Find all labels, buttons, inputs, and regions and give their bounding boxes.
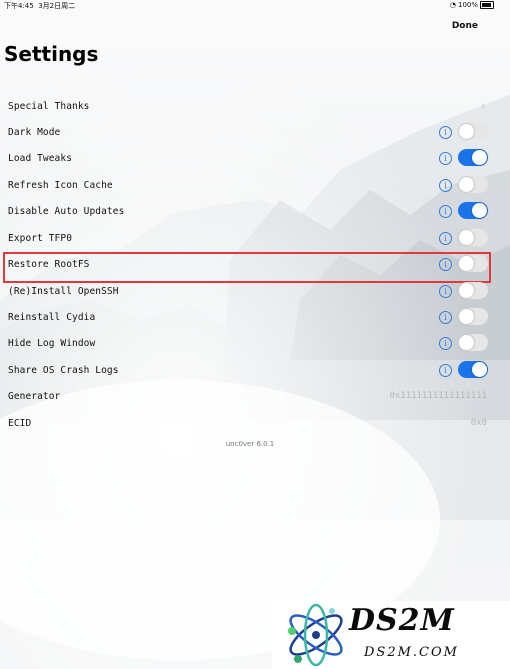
row-label: Load Tweaks [8,153,73,164]
info-icon[interactable]: i [439,179,452,192]
refresh-icon-cache-toggle[interactable] [458,176,488,193]
row-reinstall-cydia: Reinstall Cydia i [0,305,500,331]
toggle-knob [459,230,474,245]
disable-auto-updates-toggle[interactable] [458,202,488,219]
info-icon[interactable]: i [439,232,452,245]
toggle-knob [472,362,487,377]
row-label: Refresh Icon Cache [8,180,113,191]
export-tfp0-toggle[interactable] [458,229,488,246]
reinstall-cydia-toggle[interactable] [458,308,488,325]
row-label: Share OS Crash Logs [8,365,119,376]
page-title: Settings [4,42,99,66]
row-special-thanks[interactable]: Special Thanks › [0,94,500,120]
info-icon[interactable]: i [439,311,452,324]
info-icon[interactable]: i [439,364,452,377]
row-disable-auto-updates: Disable Auto Updates i [0,199,500,225]
row-dark-mode: Dark Mode i [0,120,500,146]
status-time: 下午4:45 3月2日周二 [4,1,75,11]
row-label: Special Thanks [8,101,90,112]
row-hide-log-window: Hide Log Window i [0,331,500,357]
toggle-knob [459,124,474,139]
atom-logo-icon [288,603,343,667]
toggle-knob [459,335,474,350]
watermark: DS2M DS2M.COM [272,601,510,669]
row-label: ECID [8,418,32,429]
battery-percent: 100% [457,1,478,9]
info-icon[interactable]: i [439,126,452,139]
status-date: 3月2日周二 [38,2,76,10]
status-bar: 下午4:45 3月2日周二 ◔ 100% [0,0,510,12]
row-label: (Re)Install OpenSSH [8,286,119,297]
row-label: Reinstall Cydia [8,312,96,323]
row-share-os-crash-logs: Share OS Crash Logs i [0,358,500,384]
reinstall-openssh-toggle[interactable] [458,282,488,299]
info-icon[interactable]: i [439,152,452,165]
info-icon[interactable]: i [439,337,452,350]
watermark-url: DS2M.COM [364,645,459,660]
toggle-knob [459,283,474,298]
row-label: Disable Auto Updates [8,206,125,217]
status-clock: 下午4:45 [4,2,34,10]
row-label: Dark Mode [8,127,61,138]
toggle-knob [459,309,474,324]
battery-icon [480,1,494,9]
hide-log-window-toggle[interactable] [458,334,488,351]
status-right: ◔ 100% [450,1,494,9]
row-load-tweaks: Load Tweaks i [0,146,500,172]
generator-value[interactable]: 0x1111111111111111 [389,391,487,401]
row-ecid[interactable]: ECID 0x0 [0,411,500,437]
ecid-value[interactable]: 0x0 [471,418,487,428]
row-refresh-icon-cache: Refresh Icon Cache i [0,173,500,199]
wifi-icon: ◔ [449,1,456,9]
row-generator[interactable]: Generator 0x1111111111111111 [0,384,500,410]
toggle-knob [472,203,487,218]
row-label: Export TFP0 [8,233,73,244]
row-export-tfp0: Export TFP0 i [0,226,500,252]
info-icon[interactable]: i [439,285,452,298]
row-reinstall-openssh: (Re)Install OpenSSH i [0,279,500,305]
row-label: Hide Log Window [8,338,96,349]
load-tweaks-toggle[interactable] [458,149,488,166]
version-label: unc0ver 6.0.1 [225,440,275,448]
toggle-knob [472,150,487,165]
done-button[interactable]: Done [452,21,478,31]
chevron-right-icon: › [481,99,486,112]
row-label: Generator [8,391,61,402]
share-os-crash-logs-toggle[interactable] [458,361,488,378]
info-icon[interactable]: i [439,205,452,218]
toggle-knob [459,177,474,192]
watermark-brand: DS2M [349,603,455,638]
dark-mode-toggle[interactable] [458,123,488,140]
